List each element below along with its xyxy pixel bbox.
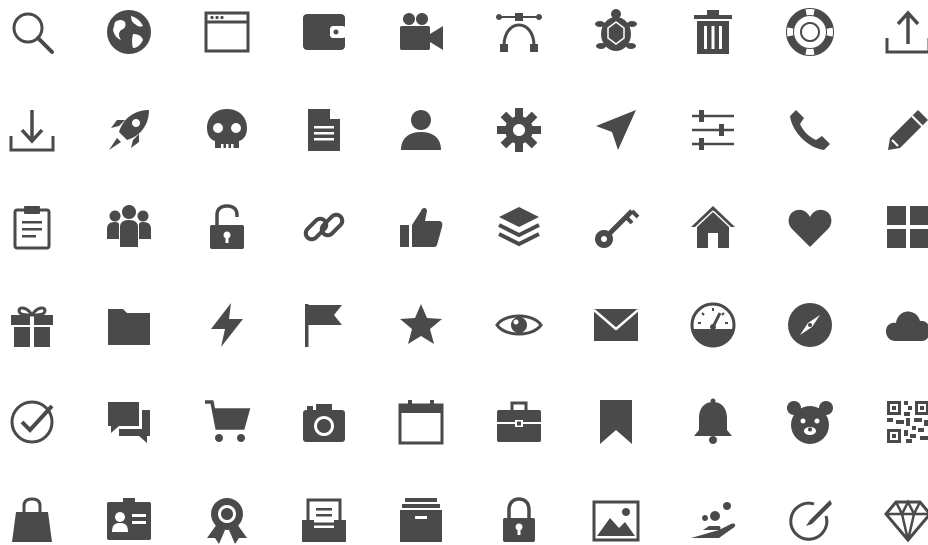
image-icon [591,495,641,545]
qr-code-icon [883,397,928,447]
envelope-icon [591,300,641,350]
folder-icon [104,300,154,350]
clipboard-icon [7,202,57,252]
archive-box-icon [396,495,446,545]
thumbs-up-icon [396,202,446,252]
upload-icon [883,7,928,57]
wallet-icon [299,7,349,57]
icon-grid [0,0,928,544]
download-icon [7,105,57,155]
heart-icon [785,202,835,252]
check-circle-icon [7,397,57,447]
turtle-icon [591,7,641,57]
search-icon [7,7,57,57]
inbox-tray-icon [299,495,349,545]
grid-icon [883,202,928,252]
rocket-icon [104,105,154,155]
compass-icon [785,300,835,350]
award-ribbon-icon [202,495,252,545]
diamond-icon [883,495,928,545]
bookmark-icon [591,397,641,447]
browser-window-icon [202,7,252,57]
life-ring-icon [785,7,835,57]
send-icon [591,105,641,155]
shopping-bag-icon [7,495,57,545]
eye-icon [494,300,544,350]
edit-circle-icon [785,495,835,545]
calendar-icon [396,397,446,447]
briefcase-icon [494,397,544,447]
skull-icon [202,105,252,155]
key-icon [591,202,641,252]
star-icon [396,300,446,350]
id-card-icon [104,495,154,545]
video-camera-icon [396,7,446,57]
pencil-icon [883,105,928,155]
shopping-cart-icon [202,397,252,447]
speedometer-icon [688,300,738,350]
layers-icon [494,202,544,252]
bell-icon [688,397,738,447]
lightning-icon [202,300,252,350]
hand-giving-icon [688,495,738,545]
bear-icon [785,397,835,447]
user-icon [396,105,446,155]
cloud-icon [883,300,928,350]
gift-icon [7,300,57,350]
trash-can-icon [688,7,738,57]
document-icon [299,105,349,155]
flag-icon [299,300,349,350]
unlock-icon [202,202,252,252]
phone-icon [785,105,835,155]
padlock-icon [494,495,544,545]
bezier-curve-icon [494,7,544,57]
globe-icon [104,7,154,57]
group-icon [104,202,154,252]
home-icon [688,202,738,252]
link-icon [299,202,349,252]
gear-icon [494,105,544,155]
camera-icon [299,397,349,447]
chat-bubbles-icon [104,397,154,447]
sliders-icon [688,105,738,155]
